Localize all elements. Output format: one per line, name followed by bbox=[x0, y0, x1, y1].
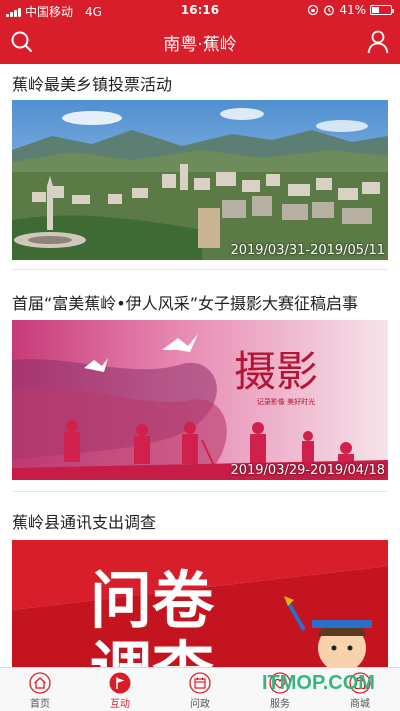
divider bbox=[12, 269, 388, 270]
alarm-icon bbox=[324, 5, 335, 16]
article-card[interactable]: 首届“富美蕉岭•伊人风采”女子摄影大赛征稿启事 摄影 记录影像 美好时光 201… bbox=[0, 282, 400, 492]
home-icon bbox=[29, 672, 51, 694]
user-icon bbox=[367, 30, 389, 54]
flag-icon bbox=[109, 672, 131, 694]
article-image[interactable]: 摄影 记录影像 美好时光 2019/03/29-2019/04/18 bbox=[12, 320, 388, 480]
tab-label: 商城 bbox=[350, 699, 370, 710]
image-caption: 摄影 bbox=[234, 347, 318, 396]
tab-home[interactable]: 首页 bbox=[0, 668, 80, 711]
tab-politics[interactable]: 问政 bbox=[160, 668, 240, 711]
tab-label: 服务 bbox=[270, 699, 290, 710]
battery-percent: 41% bbox=[339, 3, 366, 17]
article-title: 蕉岭最美乡镇投票活动 bbox=[12, 75, 173, 94]
tab-label: 互动 bbox=[110, 699, 130, 710]
article-card[interactable]: 蕉岭县通讯支出调查 问卷 调查 bbox=[0, 500, 400, 667]
page-title: 南粤·蕉岭 bbox=[163, 35, 237, 55]
tab-label: 首页 bbox=[30, 699, 50, 710]
article-title: 首届“富美蕉岭•伊人风采”女子摄影大赛征稿启事 bbox=[12, 294, 359, 313]
date-range: 2019/03/31-2019/05/11 bbox=[230, 243, 385, 258]
user-button[interactable] bbox=[364, 28, 392, 56]
photography-contest-image: 摄影 记录影像 美好时光 bbox=[12, 320, 388, 480]
tab-label: 问政 bbox=[190, 699, 210, 710]
article-image[interactable]: 2019/03/31-2019/05/11 bbox=[12, 100, 388, 260]
image-caption: 调查 bbox=[90, 634, 214, 667]
article-card[interactable]: 蕉岭最美乡镇投票活动 2019/03/31-2019/05/11 bbox=[0, 64, 400, 270]
divider bbox=[12, 491, 388, 492]
article-title: 蕉岭县通讯支出调查 bbox=[12, 513, 157, 532]
town-landscape-image bbox=[12, 100, 388, 260]
status-bar: 中国移动 4G 16:16 41% bbox=[0, 0, 400, 20]
article-image[interactable]: 问卷 调查 bbox=[12, 540, 388, 667]
calendar-icon bbox=[189, 672, 211, 694]
tab-interact[interactable]: 互动 bbox=[80, 668, 160, 711]
battery-fill bbox=[372, 7, 380, 13]
date-range: 2019/03/29-2019/04/18 bbox=[230, 463, 385, 478]
image-caption: 问卷 bbox=[90, 564, 215, 637]
questionnaire-image: 问卷 调查 bbox=[12, 540, 388, 667]
status-right: 41% bbox=[307, 3, 394, 17]
image-subcaption: 记录影像 美好时光 bbox=[257, 397, 315, 406]
nav-bar: 南粤·蕉岭 bbox=[0, 20, 400, 64]
lock-rotation-icon bbox=[308, 4, 319, 16]
battery-icon bbox=[370, 5, 394, 15]
watermark: ITMOP.COM bbox=[262, 672, 375, 694]
article-list: 蕉岭最美乡镇投票活动 2019/03/31-2019/05/11 首届“富美蕉岭… bbox=[0, 64, 400, 667]
